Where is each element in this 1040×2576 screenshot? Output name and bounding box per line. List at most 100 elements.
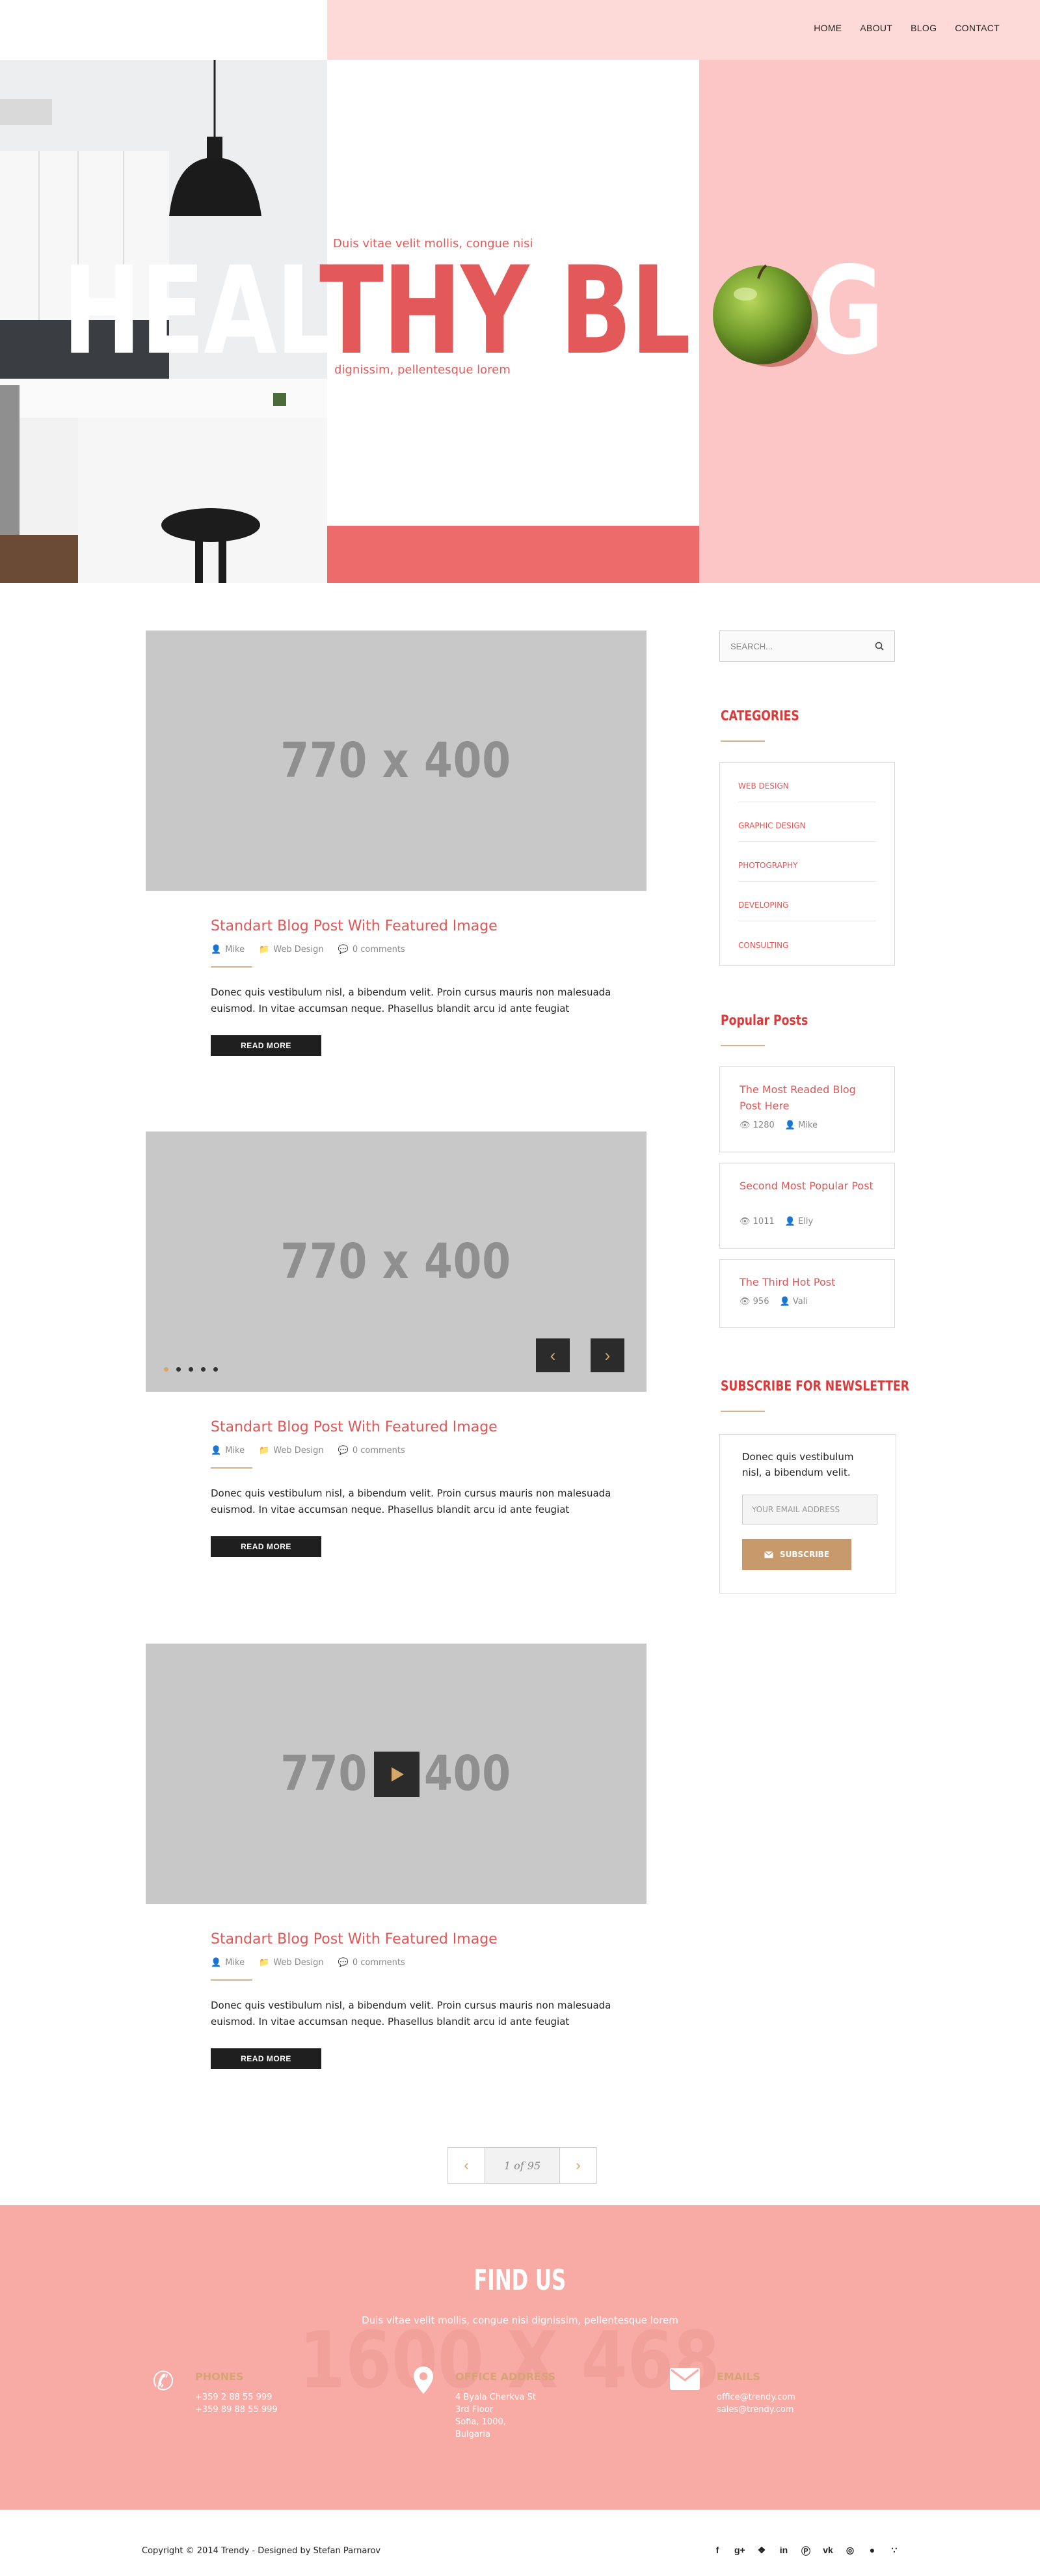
- find-us-title-text: FIND US: [473, 2264, 567, 2297]
- folder-icon: 📁: [259, 1446, 270, 1456]
- slider-dot-3[interactable]: [189, 1367, 193, 1372]
- category-link-photography[interactable]: PHOTOGRAPHY: [738, 842, 876, 882]
- author-value: Elly: [798, 1217, 814, 1227]
- post-author[interactable]: 👤 Mike: [211, 945, 245, 955]
- placeholder-size-text: 770 x 400: [280, 1234, 512, 1290]
- slider-dots: [164, 1367, 218, 1372]
- phone-line[interactable]: +359 89 88 55 999: [195, 2404, 278, 2416]
- category-link-developing[interactable]: DEVELOPING: [738, 882, 876, 921]
- play-button[interactable]: [374, 1752, 420, 1797]
- views-count: 👁 1280: [740, 1120, 775, 1130]
- social-links: f g+ ❖ in Ⓟ vk ◎ ● ∵: [712, 2545, 900, 2558]
- email-link[interactable]: sales@trendy.com: [717, 2404, 795, 2416]
- slider-dot-2[interactable]: [176, 1367, 181, 1372]
- eye-icon: 👁: [740, 1297, 751, 1307]
- google-plus-icon[interactable]: g+: [734, 2545, 745, 2558]
- phone-line[interactable]: +359 2 88 55 999: [195, 2391, 278, 2404]
- dribbble-icon[interactable]: ◎: [845, 2545, 855, 2558]
- pagination-prev-button[interactable]: ‹: [448, 2148, 485, 2183]
- search-input[interactable]: SEARCH...: [730, 642, 773, 651]
- chevron-right-icon: ›: [576, 2157, 581, 2173]
- popular-post-3[interactable]: The Third Hot Post 👁 956 👤 Vali: [719, 1259, 895, 1328]
- emails-heading: EMAILS: [717, 2370, 760, 2383]
- post-category[interactable]: 📁 Web Design: [259, 1958, 324, 1968]
- slider-dot-4[interactable]: [201, 1367, 206, 1372]
- nav-contact-link[interactable]: CONTACT: [955, 23, 1000, 33]
- email-link[interactable]: office@trendy.com: [717, 2391, 795, 2404]
- office-heading: OFFICE ADDRESS: [455, 2370, 556, 2383]
- address-line: 3rd Floor: [455, 2405, 494, 2415]
- office-address: 4 Byala Cherkva St 3rd Floor Sofia, 1000…: [455, 2391, 536, 2441]
- pinterest-icon[interactable]: Ⓟ: [801, 2545, 811, 2558]
- slider-dot-5[interactable]: [213, 1367, 218, 1372]
- post-title-link[interactable]: Standart Blog Post With Featured Image: [211, 918, 614, 934]
- comment-icon: 💬: [338, 945, 349, 955]
- linkedin-icon[interactable]: in: [779, 2545, 789, 2558]
- search-icon[interactable]: [875, 642, 884, 651]
- find-us-title: FIND US: [0, 2264, 1040, 2297]
- post-comments[interactable]: 💬 0 comments: [338, 1958, 405, 1968]
- post-category[interactable]: 📁 Web Design: [259, 1446, 324, 1456]
- views-count: 👁 1011: [740, 1217, 775, 1227]
- nav-about-link[interactable]: ABOUT: [860, 23, 892, 33]
- post-excerpt: Donec quis vestibulum nisl, a bibendum v…: [211, 2000, 611, 2027]
- post-comments[interactable]: 💬 0 comments: [338, 1446, 405, 1456]
- flickr-icon[interactable]: ●: [867, 2545, 877, 2558]
- phone-icon: ✆: [152, 2367, 174, 2396]
- featured-video: 770 x 400: [146, 1644, 647, 1904]
- pagination-info: 1 of 95: [485, 2148, 560, 2183]
- emails-list: office@trendy.com sales@trendy.com: [717, 2391, 795, 2416]
- category-link-web-design[interactable]: WEB DESIGN: [738, 763, 876, 802]
- chevron-right-icon: ›: [604, 1345, 611, 1365]
- newsletter-email-input[interactable]: YOUR EMAIL ADDRESS: [742, 1495, 877, 1525]
- facebook-icon[interactable]: f: [712, 2545, 723, 2558]
- address-line: Bulgaria: [455, 2430, 490, 2439]
- subscribe-button[interactable]: SUBSCRIBE: [742, 1539, 851, 1570]
- read-more-button[interactable]: READ MORE: [211, 1536, 321, 1557]
- pagination-next-button[interactable]: ›: [560, 2148, 596, 2183]
- post-category-name: Web Design: [273, 945, 324, 955]
- popular-post-1[interactable]: The Most Readed Blog Post Here 👁 1280 👤 …: [719, 1066, 895, 1152]
- hero-banner: Duis vitae velit mollis, congue nisi HEA…: [0, 60, 1040, 583]
- top-bar-left-panel: [0, 0, 327, 60]
- post-meta: 👤 Mike 📁 Web Design 💬 0 comments: [211, 945, 614, 955]
- copyright-text: Copyright © 2014 Trendy - Designed by St…: [142, 2546, 381, 2556]
- post-author[interactable]: 👤 Mike: [211, 1958, 245, 1968]
- hero-title-white: HEAL: [62, 240, 321, 381]
- category-link-consulting[interactable]: CONSULTING: [738, 921, 876, 961]
- slider-next-button[interactable]: ›: [591, 1338, 624, 1372]
- post-body: Standart Blog Post With Featured Image 👤…: [211, 918, 614, 1056]
- post-category-name: Web Design: [273, 1446, 324, 1456]
- read-more-button[interactable]: READ MORE: [211, 1035, 321, 1056]
- comment-icon: 💬: [338, 1446, 349, 1456]
- post-comments[interactable]: 💬 0 comments: [338, 945, 405, 955]
- featured-image-placeholder: 770 x 400: [146, 630, 647, 891]
- post-author-name: Mike: [225, 1958, 245, 1968]
- main-nav: HOME ABOUT BLOG CONTACT: [795, 23, 1000, 33]
- post-divider: [211, 1979, 252, 1981]
- slider-prev-button[interactable]: ‹: [536, 1338, 570, 1372]
- twitter-icon[interactable]: ❖: [756, 2545, 767, 2558]
- nav-blog-link[interactable]: BLOG: [911, 23, 937, 33]
- address-line: 4 Byala Cherkva St: [455, 2393, 537, 2402]
- blog-post-3: 770 x 400 Standart Blog Post With Featur…: [146, 1644, 647, 2069]
- newsletter-text: Donec quis vestibulum nisl, a bibendum v…: [742, 1451, 854, 1478]
- popular-post-title[interactable]: The Third Hot Post: [740, 1274, 876, 1290]
- post-author[interactable]: 👤 Mike: [211, 1446, 245, 1456]
- popular-post-2[interactable]: Second Most Popular Post 👁 1011 👤 Elly: [719, 1163, 895, 1249]
- comment-icon: 💬: [338, 1958, 349, 1968]
- popular-post-title[interactable]: The Most Readed Blog Post Here: [740, 1081, 876, 1114]
- newsletter-heading: SUBSCRIBE FOR NEWSLETTER: [721, 1378, 909, 1394]
- search-box[interactable]: SEARCH...: [719, 630, 895, 662]
- read-more-button[interactable]: READ MORE: [211, 2048, 321, 2069]
- address-line: Sofia, 1000,: [455, 2417, 506, 2427]
- category-link-graphic-design[interactable]: GRAPHIC DESIGN: [738, 802, 876, 842]
- post-title-link[interactable]: Standart Blog Post With Featured Image: [211, 1931, 614, 1947]
- post-category[interactable]: 📁 Web Design: [259, 945, 324, 955]
- popular-post-title[interactable]: Second Most Popular Post: [740, 1178, 876, 1194]
- nav-home-link[interactable]: HOME: [814, 23, 842, 33]
- vk-icon[interactable]: vk: [823, 2545, 833, 2558]
- post-title-link[interactable]: Standart Blog Post With Featured Image: [211, 1419, 614, 1435]
- slider-dot-1[interactable]: [164, 1367, 168, 1372]
- rss-icon[interactable]: ∵: [889, 2545, 900, 2558]
